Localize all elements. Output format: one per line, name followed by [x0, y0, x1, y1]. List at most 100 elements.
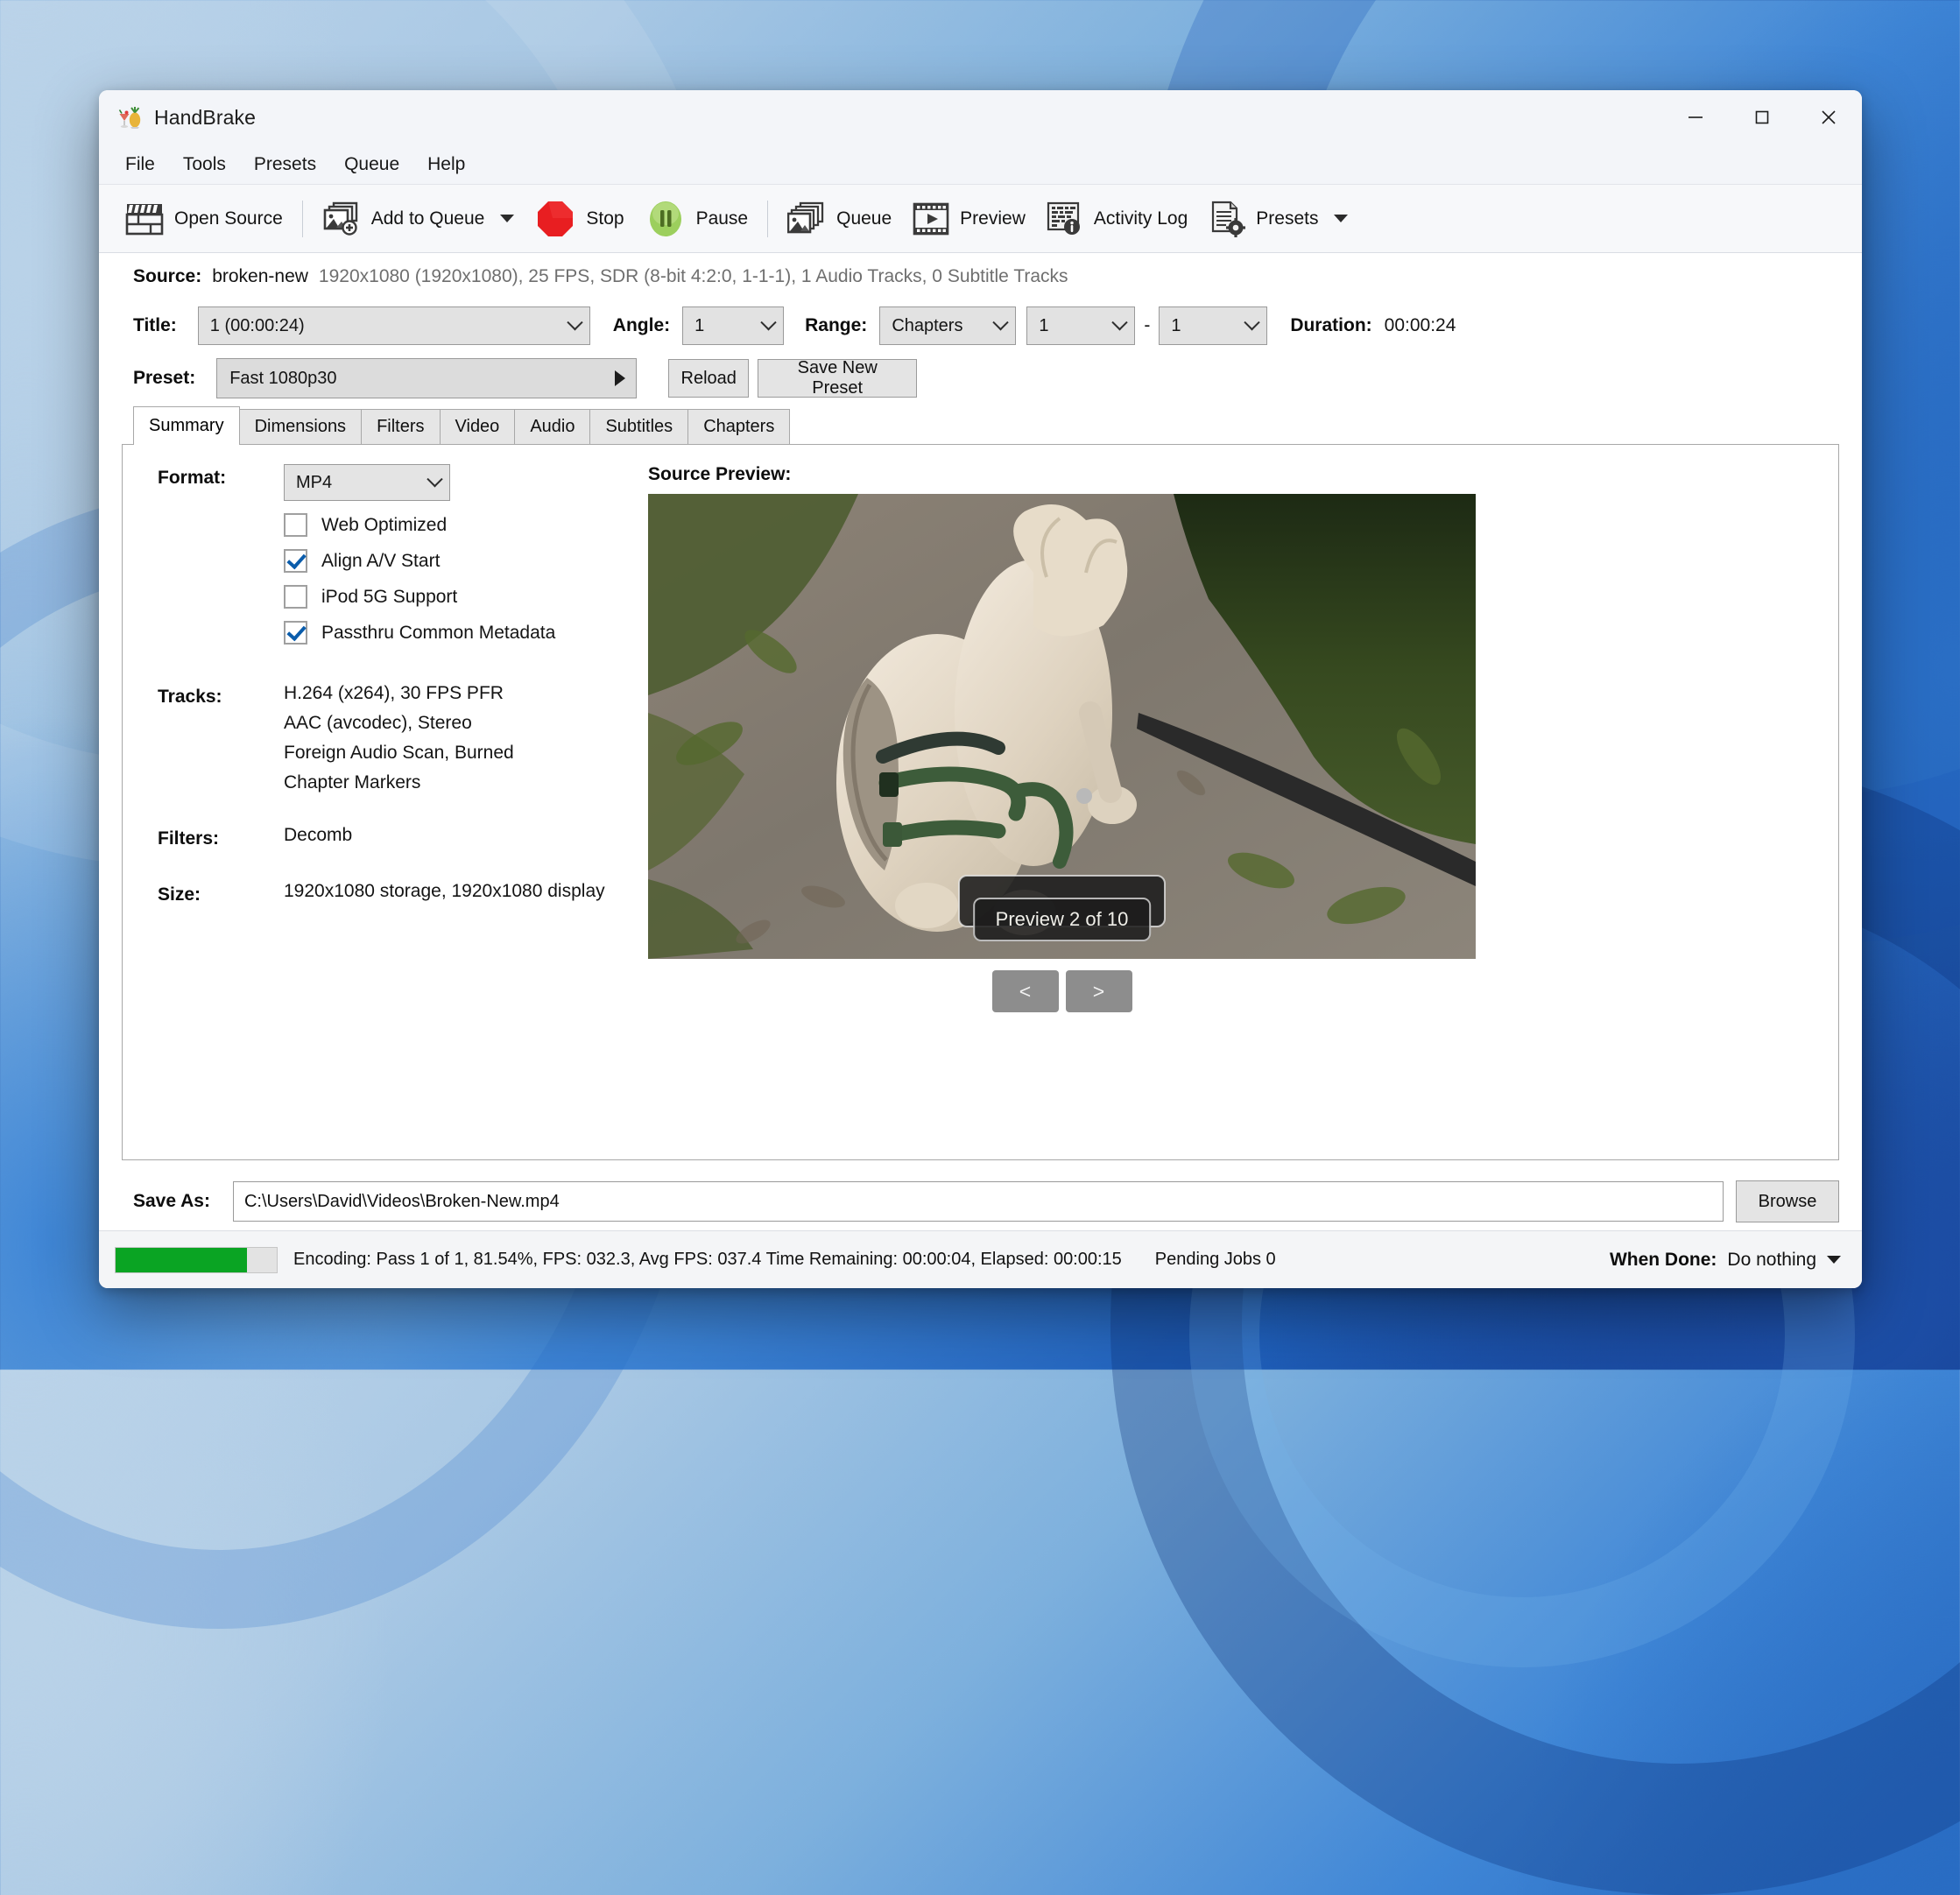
when-done-group[interactable]: When Done: Do nothing	[1610, 1250, 1841, 1271]
title-bar-left: HandBrake	[99, 104, 256, 130]
stop-octagon-icon	[535, 199, 575, 239]
angle-label: Angle:	[613, 315, 670, 336]
handbrake-cocktail-pineapple-icon	[116, 104, 143, 130]
duration-value: 00:00:24	[1385, 315, 1456, 336]
source-row: Source: broken-new 1920x1080 (1920x1080)…	[122, 253, 1839, 300]
filters-value: Decomb	[284, 825, 352, 846]
tab-video[interactable]: Video	[440, 409, 516, 444]
toolbar-stop-label: Stop	[586, 208, 624, 229]
tab-filters[interactable]: Filters	[361, 409, 440, 444]
tab-chapters[interactable]: Chapters	[687, 409, 790, 444]
preset-select-value: Fast 1080p30	[229, 369, 336, 389]
when-done-value: Do nothing	[1727, 1250, 1816, 1271]
track-item: AAC (avcodec), Stereo	[284, 713, 514, 734]
track-item: Foreign Audio Scan, Burned	[284, 743, 514, 764]
preset-select[interactable]: Fast 1080p30	[216, 358, 637, 398]
menu-item-help[interactable]: Help	[415, 149, 477, 180]
menu-item-queue[interactable]: Queue	[332, 149, 412, 180]
save-as-row: Save As: C:\Users\David\Videos\Broken-Ne…	[122, 1173, 1839, 1230]
toolbar-queue-label: Queue	[836, 208, 892, 229]
passthru-metadata-row: Passthru Common Metadata	[284, 621, 636, 645]
size-row: Size: 1920x1080 storage, 1920x1080 displ…	[158, 881, 636, 905]
ipod-5g-support-checkbox[interactable]	[284, 585, 307, 609]
tab-audio[interactable]: Audio	[514, 409, 590, 444]
browse-button[interactable]: Browse	[1736, 1180, 1839, 1222]
encode-progress-bar	[115, 1247, 278, 1273]
range-type-value: Chapters	[892, 316, 988, 336]
menu-item-file[interactable]: File	[113, 149, 167, 180]
preview-next-button[interactable]: >	[1066, 970, 1132, 1012]
chevron-down-icon	[1112, 314, 1128, 330]
menu-item-presets[interactable]: Presets	[242, 149, 328, 180]
align-av-start-label: Align A/V Start	[321, 551, 440, 572]
range-end-value: 1	[1171, 316, 1239, 336]
chevron-down-icon[interactable]	[500, 215, 514, 222]
save-new-preset-button[interactable]: Save New Preset	[758, 359, 917, 398]
title-select[interactable]: 1 (00:00:24)	[198, 306, 590, 345]
track-item: Chapter Markers	[284, 772, 514, 793]
angle-select[interactable]: 1	[682, 306, 784, 345]
toolbar-pause[interactable]: Pause	[635, 193, 759, 245]
align-av-start-row: Align A/V Start	[284, 549, 636, 573]
align-av-start-checkbox[interactable]	[284, 549, 307, 573]
preset-label: Preset:	[133, 368, 195, 389]
chevron-down-icon	[567, 314, 582, 330]
preview-prev-button[interactable]: <	[992, 970, 1059, 1012]
minimize-button[interactable]	[1662, 90, 1729, 144]
track-item: H.264 (x264), 30 FPS PFR	[284, 683, 514, 704]
toolbar-queue[interactable]: Queue	[777, 193, 902, 245]
format-label: Format:	[158, 464, 284, 489]
tab-dimensions[interactable]: Dimensions	[239, 409, 362, 444]
passthru-metadata-label: Passthru Common Metadata	[321, 623, 555, 644]
toolbar-presets-label: Presets	[1256, 208, 1318, 229]
summary-left-column: Format: MP4 Web Optimized Align A/V Star…	[145, 464, 636, 1151]
range-label: Range:	[805, 315, 867, 336]
range-start-select[interactable]: 1	[1026, 306, 1135, 345]
toolbar-open-source[interactable]: Open Source	[115, 193, 293, 245]
close-button[interactable]	[1795, 90, 1862, 144]
preview-nav: < >	[648, 970, 1476, 1012]
source-preview-image: Preview 2 of 10	[648, 494, 1476, 959]
toolbar-separator-2	[767, 201, 768, 237]
source-name: broken-new	[212, 266, 308, 287]
title-angle-range-row: Title: 1 (00:00:24) Angle: 1 Range: Chap…	[122, 300, 1839, 351]
toolbar-separator-1	[302, 201, 303, 237]
format-row: Format: MP4	[158, 464, 636, 501]
format-select-value: MP4	[296, 473, 332, 493]
web-optimized-label: Web Optimized	[321, 515, 447, 536]
range-start-value: 1	[1039, 316, 1107, 336]
chevron-down-icon[interactable]	[1334, 215, 1348, 222]
toolbar-stop[interactable]: Stop	[525, 193, 634, 245]
save-as-path-value: C:\Users\David\Videos\Broken-New.mp4	[244, 1192, 560, 1212]
document-gear-icon	[1209, 201, 1245, 237]
toolbar-presets[interactable]: Presets	[1198, 193, 1358, 245]
ipod-5g-support-label: iPod 5G Support	[321, 587, 457, 608]
summary-panel: Format: MP4 Web Optimized Align A/V Star…	[122, 444, 1839, 1160]
range-end-select[interactable]: 1	[1159, 306, 1267, 345]
format-select[interactable]: MP4	[284, 464, 450, 501]
menu-item-tools[interactable]: Tools	[171, 149, 238, 180]
toolbar-preview[interactable]: Preview	[902, 193, 1036, 245]
reload-button[interactable]: Reload	[668, 359, 749, 398]
toolbar-add-to-queue[interactable]: Add to Queue	[312, 193, 525, 245]
tracks-list: H.264 (x264), 30 FPS PFR AAC (avcodec), …	[284, 683, 514, 793]
save-as-label: Save As:	[133, 1191, 210, 1212]
filters-label: Filters:	[158, 825, 284, 849]
size-label: Size:	[158, 881, 284, 905]
tab-subtitles[interactable]: Subtitles	[589, 409, 688, 444]
chevron-right-icon	[615, 370, 625, 386]
web-optimized-checkbox[interactable]	[284, 513, 307, 537]
menu-bar: File Tools Presets Queue Help	[99, 144, 1862, 185]
toolbar-preview-label: Preview	[960, 208, 1026, 229]
chevron-down-icon[interactable]	[1827, 1256, 1841, 1264]
passthru-metadata-checkbox[interactable]	[284, 621, 307, 645]
when-done-label: When Done:	[1610, 1250, 1717, 1271]
range-type-select[interactable]: Chapters	[879, 306, 1016, 345]
web-optimized-row: Web Optimized	[284, 513, 636, 537]
maximize-button[interactable]	[1729, 90, 1795, 144]
toolbar-activity-log[interactable]: Activity Log	[1036, 193, 1198, 245]
save-as-input[interactable]: C:\Users\David\Videos\Broken-New.mp4	[233, 1181, 1724, 1222]
preview-counter-badge: Preview 2 of 10	[973, 898, 1152, 941]
tab-summary[interactable]: Summary	[133, 406, 240, 445]
toolbar-pause-label: Pause	[696, 208, 749, 229]
